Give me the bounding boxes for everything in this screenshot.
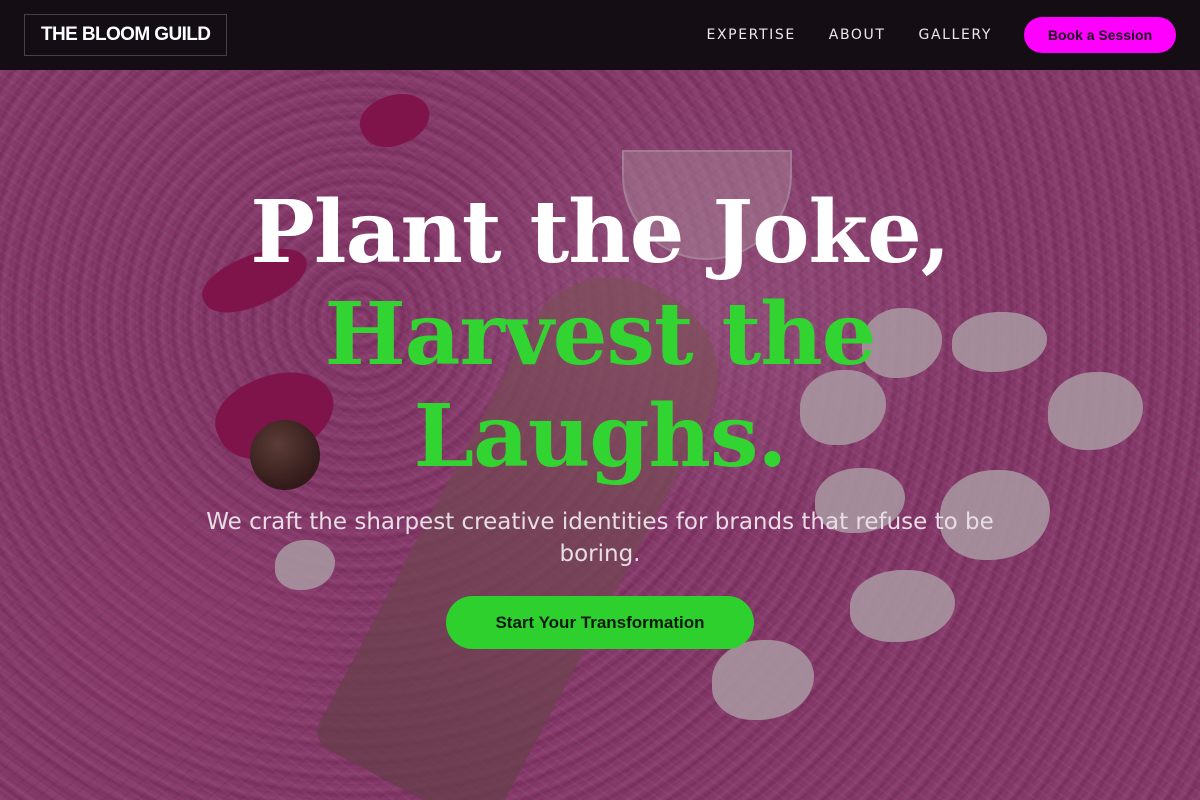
start-transformation-button[interactable]: Start Your Transformation — [446, 596, 754, 649]
headline-line-2: Harvest the Laughs. — [324, 284, 876, 487]
nav-link-gallery[interactable]: GALLERY — [919, 27, 992, 43]
hero-subtitle: We craft the sharpest creative identitie… — [206, 509, 994, 567]
nav-link-about[interactable]: ABOUT — [829, 27, 886, 43]
nav-link-expertise[interactable]: EXPERTISE — [707, 27, 796, 43]
navbar: THE BLOOM GUILD EXPERTISE ABOUT GALLERY … — [0, 0, 1200, 70]
hero-section: Plant the Joke, Harvest the Laughs. We c… — [0, 70, 1200, 800]
headline-line-1: Plant the Joke, — [250, 182, 950, 283]
brand-logo[interactable]: THE BLOOM GUILD — [24, 14, 228, 56]
book-session-button[interactable]: Book a Session — [1024, 17, 1176, 53]
nav-links: EXPERTISE ABOUT GALLERY Book a Session — [674, 17, 1176, 53]
hero-headline: Plant the Joke, Harvest the Laughs. — [250, 182, 950, 488]
